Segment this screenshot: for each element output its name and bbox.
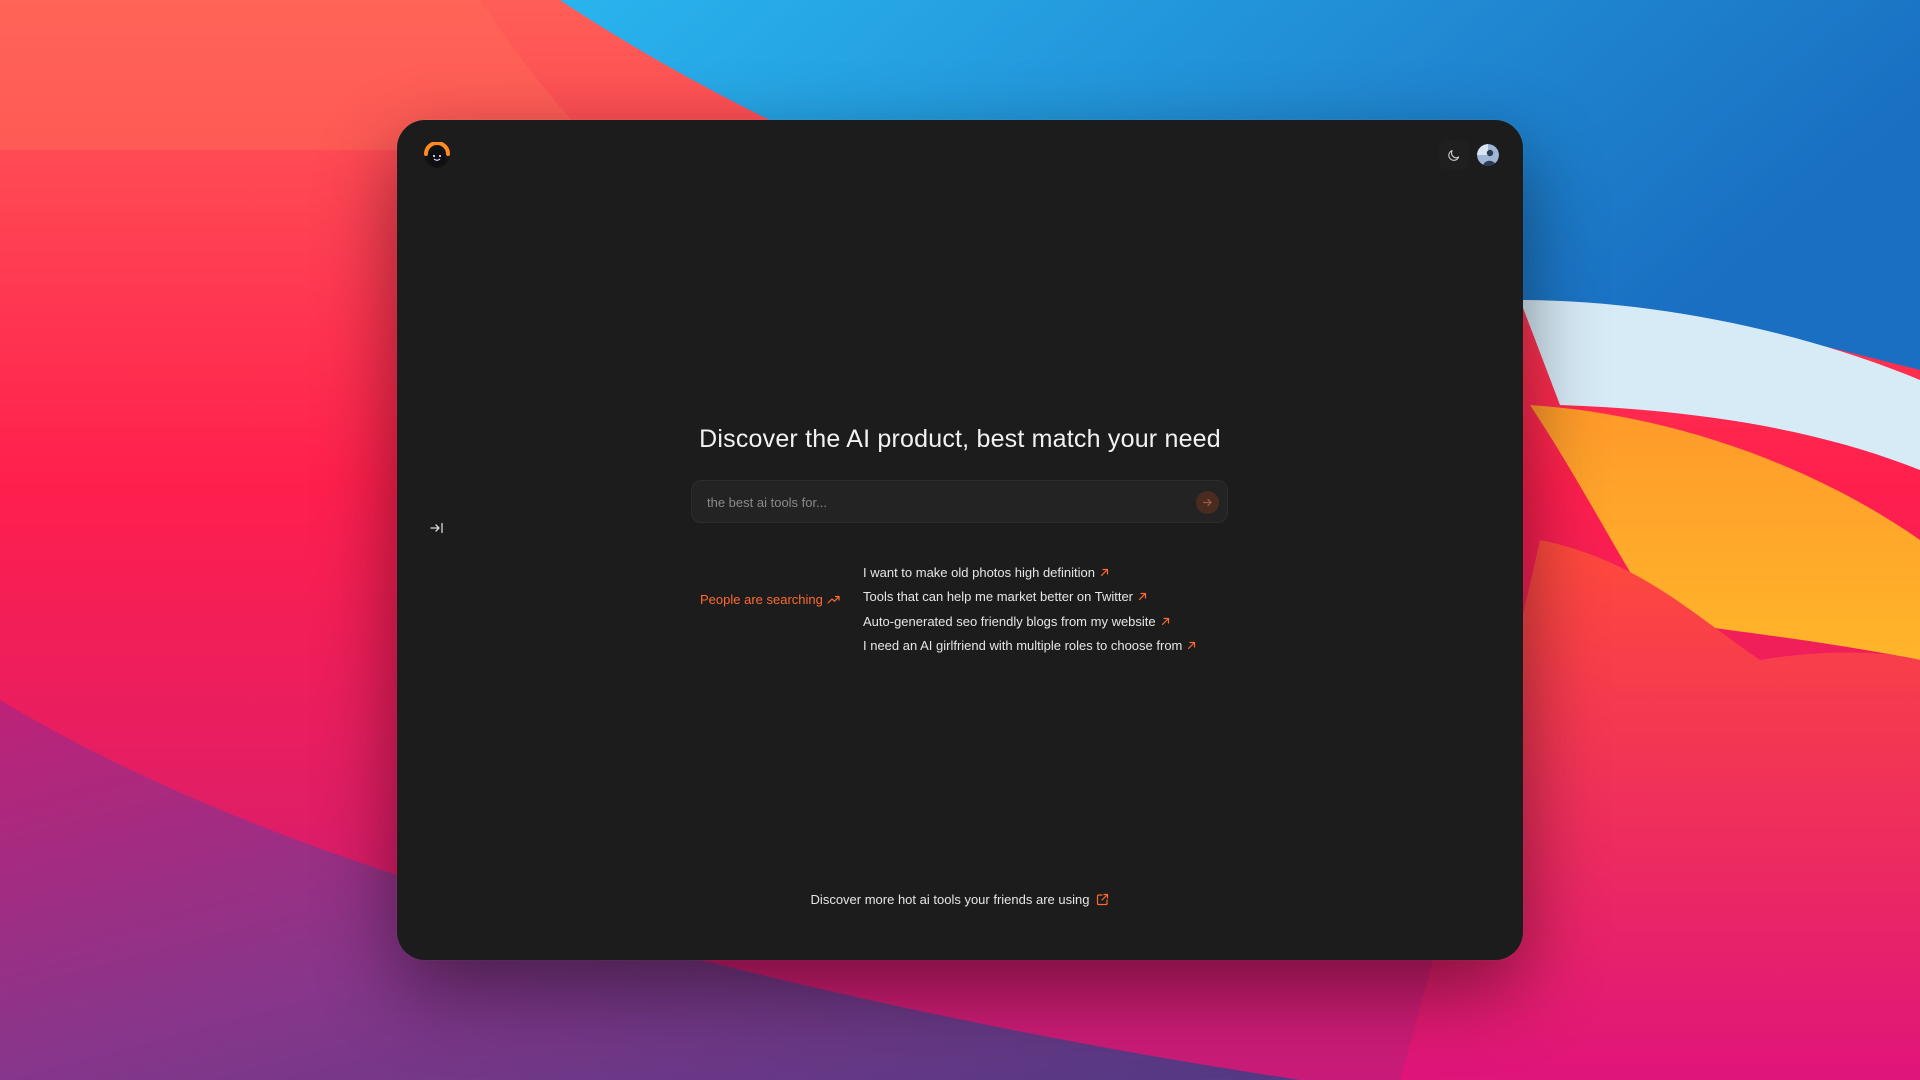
external-link-icon[interactable] [1096, 893, 1109, 906]
user-avatar[interactable] [1477, 144, 1499, 166]
app-window: Discover the AI product, best match your… [397, 120, 1523, 960]
search-submit-button[interactable] [1196, 491, 1219, 514]
smiley-sun-logo-icon[interactable] [423, 141, 451, 170]
arrow-up-right-icon [1188, 642, 1196, 650]
expand-sidebar-icon [430, 522, 443, 534]
theme-toggle-button[interactable] [1439, 140, 1469, 170]
trending-up-icon [827, 595, 840, 604]
suggestion-item[interactable]: I want to make old photos high definitio… [863, 560, 1196, 585]
discover-more-text[interactable]: Discover more hot ai tools your friends … [811, 892, 1090, 907]
trending-label-text: People are searching [700, 592, 823, 607]
suggestion-text: I need an AI girlfriend with multiple ro… [863, 638, 1183, 654]
arrow-up-right-icon [1138, 593, 1147, 601]
suggestion-item[interactable]: Tools that can help me market better on … [863, 585, 1196, 610]
user-avatar-icon [1477, 144, 1499, 166]
arrow-up-right-icon [1100, 568, 1109, 576]
discover-more-link: Discover more hot ai tools your friends … [397, 892, 1523, 907]
suggestion-text: Auto-generated seo friendly blogs from m… [863, 613, 1156, 629]
arrow-up-right-icon [1161, 617, 1169, 625]
page-title: Discover the AI product, best match your… [699, 425, 1221, 453]
trending-label: People are searching [700, 592, 840, 607]
suggestion-list: I want to make old photos high definitio… [863, 560, 1196, 658]
search-input[interactable] [705, 481, 1189, 524]
suggestion-text: Tools that can help me market better on … [863, 589, 1134, 605]
header-actions [1439, 140, 1499, 170]
suggestion-item[interactable]: Auto-generated seo friendly blogs from m… [863, 609, 1196, 634]
search-bar [691, 480, 1228, 524]
suggestion-item[interactable]: I need an AI girlfriend with multiple ro… [863, 634, 1196, 659]
suggestion-text: I want to make old photos high definitio… [863, 564, 1095, 580]
arrow-right-icon [1202, 498, 1212, 507]
sidebar-toggle-button[interactable] [427, 518, 447, 538]
moon-icon [1448, 150, 1460, 161]
